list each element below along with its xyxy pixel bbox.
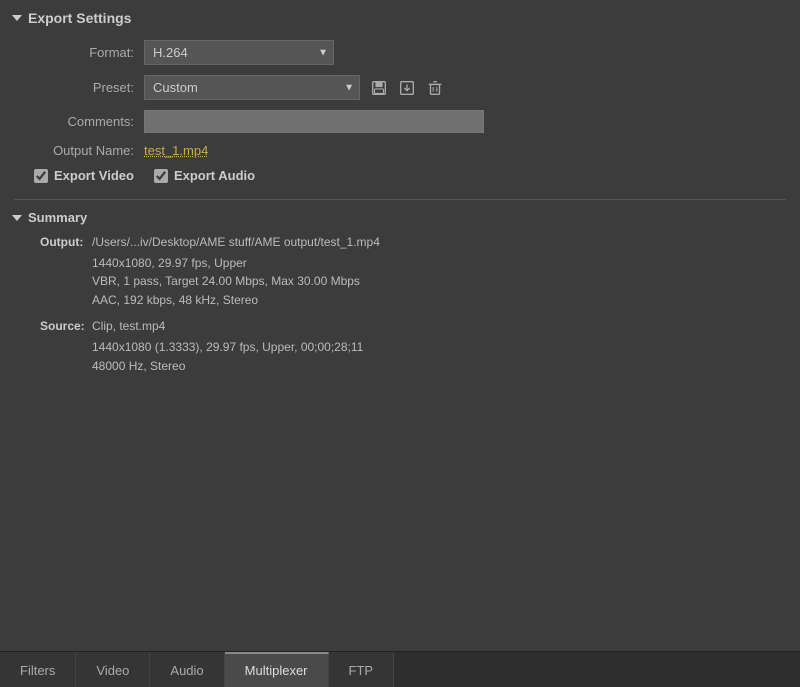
comments-row: Comments:: [14, 110, 786, 133]
output-summary-row: Output: /Users/...iv/Desktop/AME stuff/A…: [40, 233, 786, 252]
preset-dropdown-wrapper: Custom Match Source - High bitrate Match…: [144, 75, 360, 100]
save-icon: [370, 79, 388, 97]
checkboxes-row: Export Video Export Audio: [14, 168, 786, 183]
export-video-checkbox[interactable]: [34, 169, 48, 183]
output-name-row: Output Name: test_1.mp4: [14, 143, 786, 158]
tab-audio[interactable]: Audio: [150, 652, 224, 687]
source-summary-row: Source: Clip, test.mp4: [40, 317, 786, 336]
section-title: Export Settings: [28, 10, 131, 26]
export-audio-text: Export Audio: [174, 168, 255, 183]
summary-content: Output: /Users/...iv/Desktop/AME stuff/A…: [14, 233, 786, 375]
preset-row: Preset: Custom Match Source - High bitra…: [14, 75, 786, 100]
output-name-label: Output Name:: [34, 143, 144, 158]
delete-preset-button[interactable]: [424, 77, 446, 99]
format-dropdown-wrapper: H.264 H.265 MPEG2 QuickTime AVI ▼: [144, 40, 334, 65]
export-video-label[interactable]: Export Video: [34, 168, 134, 183]
source-line1: Clip, test.mp4: [92, 317, 165, 336]
source-line3: 48000 Hz, Stereo: [92, 357, 786, 376]
preset-control: Custom Match Source - High bitrate Match…: [144, 75, 786, 100]
output-line3: VBR, 1 pass, Target 24.00 Mbps, Max 30.0…: [92, 272, 786, 291]
tab-multiplexer[interactable]: Multiplexer: [225, 652, 329, 687]
output-key: Output:: [40, 233, 92, 252]
export-settings-panel: Export Settings Format: H.264 H.265 MPEG…: [0, 0, 800, 651]
output-name-control: test_1.mp4: [144, 143, 786, 158]
save-preset-button[interactable]: [368, 77, 390, 99]
collapse-icon[interactable]: [12, 15, 22, 21]
load-icon: [398, 79, 416, 97]
summary-title: Summary: [28, 210, 87, 225]
tab-video[interactable]: Video: [76, 652, 150, 687]
output-path: /Users/...iv/Desktop/AME stuff/AME outpu…: [92, 233, 380, 252]
section-header: Export Settings: [14, 10, 786, 26]
format-row: Format: H.264 H.265 MPEG2 QuickTime AVI …: [14, 40, 786, 65]
comments-label: Comments:: [34, 114, 144, 129]
format-control: H.264 H.265 MPEG2 QuickTime AVI ▼: [144, 40, 786, 65]
summary-collapse-icon[interactable]: [12, 215, 22, 221]
source-line2: 1440x1080 (1.3333), 29.97 fps, Upper, 00…: [92, 338, 786, 357]
export-video-text: Export Video: [54, 168, 134, 183]
tab-filters[interactable]: Filters: [0, 652, 76, 687]
preset-label: Preset:: [34, 80, 144, 95]
output-line4: AAC, 192 kbps, 48 kHz, Stereo: [92, 291, 786, 310]
export-audio-label[interactable]: Export Audio: [154, 168, 255, 183]
format-label: Format:: [34, 45, 144, 60]
output-name-link[interactable]: test_1.mp4: [144, 143, 208, 158]
trash-icon: [426, 79, 444, 97]
comments-input[interactable]: [144, 110, 484, 133]
summary-header: Summary: [14, 210, 786, 225]
tab-ftp[interactable]: FTP: [329, 652, 395, 687]
comments-control: [144, 110, 786, 133]
load-preset-button[interactable]: [396, 77, 418, 99]
preset-select[interactable]: Custom Match Source - High bitrate Match…: [144, 75, 360, 100]
export-audio-checkbox[interactable]: [154, 169, 168, 183]
preset-icons: [368, 77, 446, 99]
summary-section: Summary Output: /Users/...iv/Desktop/AME…: [14, 210, 786, 375]
output-line2: 1440x1080, 29.97 fps, Upper: [92, 254, 786, 273]
divider: [14, 199, 786, 200]
tabs-bar: Filters Video Audio Multiplexer FTP: [0, 651, 800, 687]
format-select[interactable]: H.264 H.265 MPEG2 QuickTime AVI: [144, 40, 334, 65]
source-key: Source:: [40, 317, 92, 336]
